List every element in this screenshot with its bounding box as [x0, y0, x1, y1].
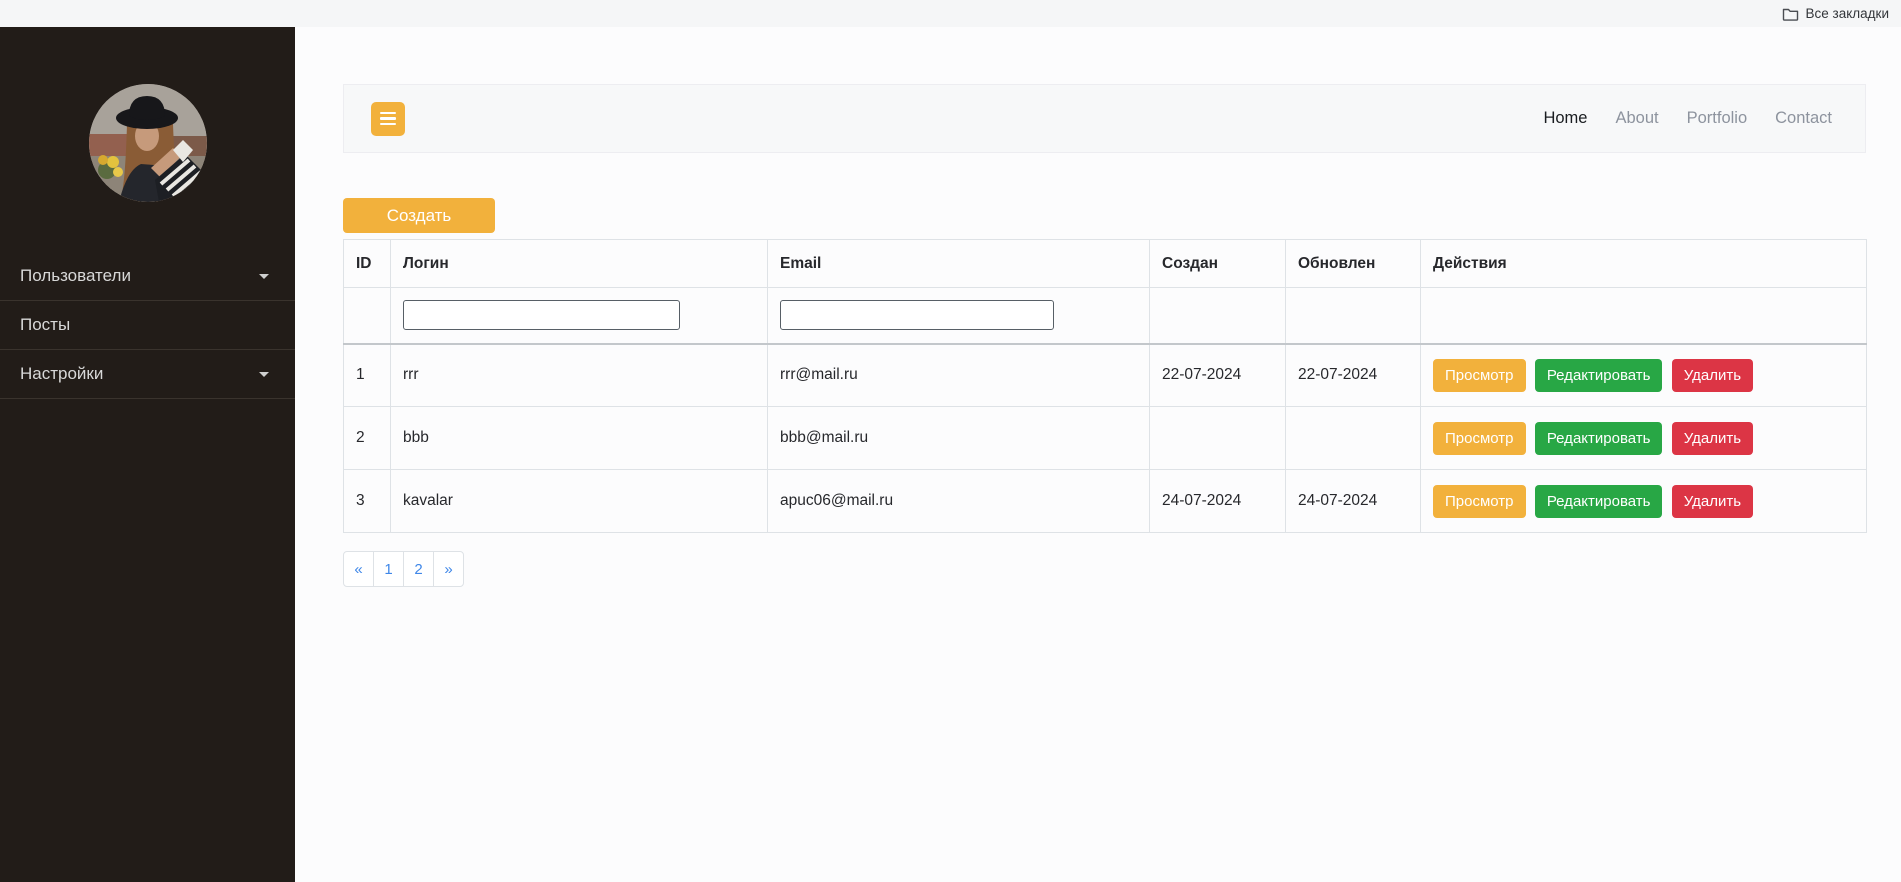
hamburger-icon: [380, 112, 396, 115]
bookmarks-label[interactable]: Все закладки: [1806, 6, 1889, 21]
nav-link-portfolio[interactable]: Portfolio: [1687, 109, 1748, 128]
delete-button[interactable]: Удалить: [1672, 422, 1753, 455]
table-row: 1 rrr rrr@mail.ru 22-07-2024 22-07-2024 …: [344, 344, 1867, 407]
cell-email: bbb@mail.ru: [768, 407, 1150, 470]
cell-id: 1: [344, 344, 391, 407]
top-navbar: Home About Portfolio Contact: [343, 84, 1866, 153]
column-header-created: Создан: [1150, 240, 1286, 288]
sidebar-menu: Пользователи Посты Настройки: [0, 252, 295, 399]
table-row: 3 kavalar apuc06@mail.ru 24-07-2024 24-0…: [344, 470, 1867, 533]
edit-button[interactable]: Редактировать: [1535, 422, 1663, 455]
cell-updated: [1286, 407, 1421, 470]
cell-updated: 22-07-2024: [1286, 344, 1421, 407]
cell-login: rrr: [391, 344, 768, 407]
caret-down-icon: [259, 274, 269, 279]
sidebar-item-label: Настройки: [20, 364, 103, 384]
navbar-links: Home About Portfolio Contact: [1543, 109, 1832, 128]
cell-created: 22-07-2024: [1150, 344, 1286, 407]
cell-actions: Просмотр Редактировать Удалить: [1421, 470, 1867, 533]
hamburger-menu-button[interactable]: [371, 102, 405, 136]
pagination: « 1 2 »: [343, 551, 1866, 587]
cell-email: apuc06@mail.ru: [768, 470, 1150, 533]
sidebar-item-users[interactable]: Пользователи: [0, 252, 295, 301]
filter-login-input[interactable]: [403, 300, 680, 330]
sidebar-item-settings[interactable]: Настройки: [0, 350, 295, 399]
delete-button[interactable]: Удалить: [1672, 359, 1753, 392]
app-window: Пользователи Посты Настройки Home: [0, 27, 1901, 882]
hamburger-icon: [380, 123, 396, 126]
cell-actions: Просмотр Редактировать Удалить: [1421, 407, 1867, 470]
pagination-prev[interactable]: «: [343, 551, 374, 587]
sidebar-item-posts[interactable]: Посты: [0, 301, 295, 350]
hamburger-icon: [380, 117, 396, 120]
cell-actions: Просмотр Редактировать Удалить: [1421, 344, 1867, 407]
avatar: [89, 84, 207, 202]
cell-id: 3: [344, 470, 391, 533]
nav-link-about[interactable]: About: [1615, 109, 1658, 128]
main-content: Home About Portfolio Contact Создать ID …: [295, 27, 1901, 882]
table-row: 2 bbb bbb@mail.ru Просмотр Редактировать…: [344, 407, 1867, 470]
pagination-page-1[interactable]: 1: [373, 551, 404, 587]
column-header-id: ID: [344, 240, 391, 288]
nav-link-contact[interactable]: Contact: [1775, 109, 1832, 128]
cell-login: bbb: [391, 407, 768, 470]
column-header-updated: Обновлен: [1286, 240, 1421, 288]
delete-button[interactable]: Удалить: [1672, 485, 1753, 518]
filter-cell-login: [391, 288, 768, 344]
edit-button[interactable]: Редактировать: [1535, 485, 1663, 518]
users-table: ID Логин Email Создан Обновлен Действия: [343, 239, 1867, 533]
filter-cell-created: [1150, 288, 1286, 344]
column-header-login: Логин: [391, 240, 768, 288]
view-button[interactable]: Просмотр: [1433, 485, 1526, 518]
view-button[interactable]: Просмотр: [1433, 359, 1526, 392]
caret-down-icon: [259, 372, 269, 377]
cell-created: 24-07-2024: [1150, 470, 1286, 533]
pagination-next[interactable]: »: [433, 551, 464, 587]
table-header-row: ID Логин Email Создан Обновлен Действия: [344, 240, 1867, 288]
view-button[interactable]: Просмотр: [1433, 422, 1526, 455]
folder-icon[interactable]: [1782, 6, 1799, 21]
cell-created: [1150, 407, 1286, 470]
filter-cell-updated: [1286, 288, 1421, 344]
filter-cell-email: [768, 288, 1150, 344]
cell-login: kavalar: [391, 470, 768, 533]
table-filter-row: [344, 288, 1867, 344]
browser-bookmarks-bar: Все закладки: [0, 0, 1901, 27]
sidebar: Пользователи Посты Настройки: [0, 27, 295, 882]
nav-link-home[interactable]: Home: [1543, 109, 1587, 128]
cell-email: rrr@mail.ru: [768, 344, 1150, 407]
edit-button[interactable]: Редактировать: [1535, 359, 1663, 392]
filter-cell-id: [344, 288, 391, 344]
sidebar-item-label: Пользователи: [20, 266, 131, 286]
filter-email-input[interactable]: [780, 300, 1054, 330]
column-header-actions: Действия: [1421, 240, 1867, 288]
pagination-page-2[interactable]: 2: [403, 551, 434, 587]
column-header-email: Email: [768, 240, 1150, 288]
cell-id: 2: [344, 407, 391, 470]
cell-updated: 24-07-2024: [1286, 470, 1421, 533]
create-button[interactable]: Создать: [343, 198, 495, 233]
filter-cell-actions: [1421, 288, 1867, 344]
sidebar-item-label: Посты: [20, 315, 70, 335]
